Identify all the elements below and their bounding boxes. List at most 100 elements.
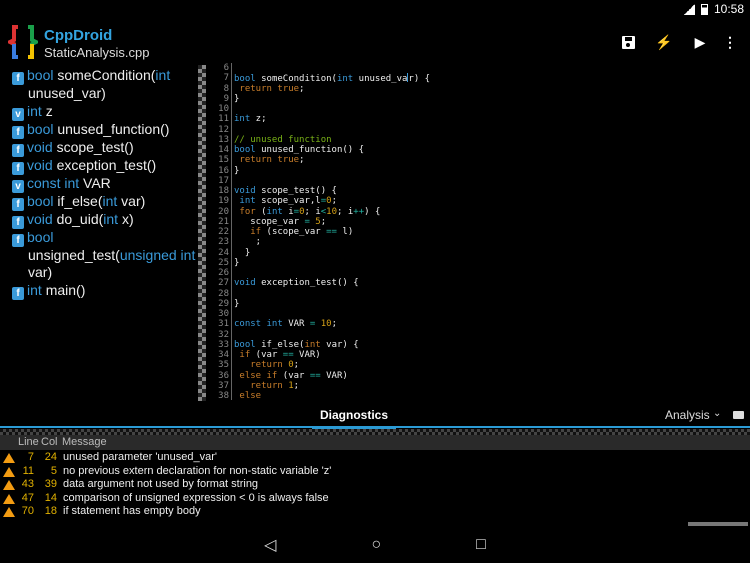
outline-item[interactable]: f bool if_else(int var) bbox=[12, 193, 200, 211]
code-line: 15 return true; bbox=[212, 155, 750, 166]
line-number: 9 bbox=[212, 93, 232, 104]
code-line: 17 bbox=[212, 175, 750, 186]
diag-col: 14 bbox=[44, 491, 57, 504]
code-token: unused_function() { bbox=[255, 145, 365, 155]
code-token: ; bbox=[331, 196, 337, 207]
function-badge-icon: f bbox=[12, 233, 24, 247]
chevron-down-icon[interactable]: ⌄ bbox=[713, 408, 721, 419]
code-token: } bbox=[234, 93, 240, 104]
line-number: 31 bbox=[212, 319, 232, 330]
warning-icon bbox=[3, 453, 15, 463]
code-token: ++ bbox=[353, 206, 365, 217]
code-token: ( bbox=[255, 206, 267, 217]
diagnostic-row[interactable]: 70 18 if statement has empty body bbox=[0, 505, 750, 519]
symbol-name: do_uid( bbox=[56, 210, 104, 227]
diagnostic-row[interactable]: 47 14 comparison of unsigned expression < … bbox=[0, 492, 750, 506]
code-token: (scope_var bbox=[261, 227, 327, 237]
line-number: 30 bbox=[212, 309, 232, 320]
line-source: return 1; bbox=[234, 381, 299, 391]
line-number: 34 bbox=[212, 350, 232, 361]
code-line: 8 return true; bbox=[212, 83, 750, 94]
outline-item[interactable]: f bool someCondition(int unused_var) bbox=[12, 67, 200, 103]
diagnostic-row[interactable]: 43 39 data argument not used by format str… bbox=[0, 478, 750, 492]
line-number: 17 bbox=[212, 175, 232, 186]
code-line: 37 return 1; bbox=[212, 380, 750, 391]
tab-diagnostics[interactable]: Diagnostics bbox=[312, 408, 396, 430]
save-button[interactable] bbox=[610, 32, 646, 52]
line-number: 6 bbox=[212, 63, 232, 74]
code-token: (var bbox=[277, 370, 310, 381]
param-type: int bbox=[155, 67, 171, 83]
line-number: 16 bbox=[212, 165, 232, 176]
symbol-outline: f bool someCondition(int unused_var) v int … bbox=[12, 67, 200, 300]
home-icon[interactable]: ○ bbox=[371, 536, 381, 554]
code-editor[interactable]: 6 7 bool someCondition(int unused_var) {8 … bbox=[212, 63, 750, 400]
cppdroid-logo-icon bbox=[8, 25, 38, 59]
symbol-name: scope_test() bbox=[56, 138, 134, 155]
outline-item[interactable]: f void exception_test() bbox=[12, 157, 200, 175]
horizontal-scrollbar[interactable] bbox=[688, 522, 748, 526]
line-source: } bbox=[234, 166, 239, 176]
diag-message: data argument not used by format string bbox=[63, 478, 259, 491]
param-name: unused_var) bbox=[28, 85, 106, 101]
outline-splitter[interactable] bbox=[198, 65, 206, 401]
code-token: (var bbox=[250, 350, 283, 360]
outline-item[interactable]: f int main() bbox=[12, 282, 200, 300]
code-token: true bbox=[277, 83, 300, 94]
line-number: 32 bbox=[212, 329, 232, 340]
recents-icon[interactable]: □ bbox=[476, 536, 486, 554]
signal-icon bbox=[683, 3, 695, 15]
diagnostics-header: Line Col Message bbox=[0, 435, 750, 450]
diagnostic-row[interactable]: 11 5 no previous extern declaration for no… bbox=[0, 465, 750, 479]
code-token: for bbox=[239, 206, 256, 217]
run-button[interactable]: ▶ bbox=[682, 32, 718, 52]
outline-item[interactable]: f bool unsigned_test(unsigned int var) bbox=[12, 229, 200, 282]
code-token: if bbox=[239, 350, 251, 360]
more-button[interactable]: ⋮ bbox=[718, 32, 742, 52]
variable-badge-icon: v bbox=[12, 107, 24, 121]
diag-line: 47 bbox=[21, 491, 34, 504]
back-icon[interactable]: ◁ bbox=[264, 535, 276, 555]
line-source: bool if_else(int var) { bbox=[234, 340, 359, 350]
diagnostic-row[interactable]: 7 24 unused parameter 'unused_var' bbox=[0, 451, 750, 465]
diag-col: 39 bbox=[44, 478, 57, 491]
line-number: 18 bbox=[212, 186, 232, 197]
code-token: z; bbox=[250, 114, 267, 125]
header-col: Col bbox=[41, 436, 58, 448]
diag-line: 11 bbox=[22, 464, 34, 477]
code-token: else if bbox=[239, 370, 278, 381]
code-token: VAR) bbox=[293, 350, 321, 360]
line-source: scope_var = 5; bbox=[234, 217, 326, 227]
line-number: 15 bbox=[212, 155, 232, 166]
code-token: void bbox=[234, 186, 256, 196]
line-number: 36 bbox=[212, 370, 232, 381]
param-type: int bbox=[102, 192, 118, 209]
line-number: 38 bbox=[212, 391, 232, 400]
code-token: int bbox=[239, 196, 256, 207]
code-token: int bbox=[234, 114, 251, 125]
play-icon: ▶ bbox=[694, 33, 706, 50]
outline-item[interactable]: f void scope_test() bbox=[12, 139, 200, 157]
code-token: ; bbox=[299, 155, 305, 166]
build-button[interactable]: ⚡ bbox=[646, 32, 682, 52]
code-line: 31 const int VAR = 10; bbox=[212, 319, 750, 330]
code-token: } bbox=[234, 165, 240, 176]
warning-icon bbox=[3, 507, 15, 518]
diag-line: 7 bbox=[27, 451, 34, 463]
outline-item[interactable]: f bool unused_function() bbox=[12, 121, 200, 139]
code-token: int bbox=[304, 339, 321, 350]
keyboard-icon[interactable] bbox=[733, 411, 744, 419]
line-number: 28 bbox=[212, 288, 232, 299]
code-token: return bbox=[250, 380, 283, 391]
symbol-name: unsigned_test( bbox=[28, 246, 120, 263]
code-token: 10 bbox=[320, 319, 332, 330]
line-source: if (var == VAR) bbox=[234, 350, 321, 360]
analysis-dropdown[interactable]: Analysis bbox=[665, 408, 710, 422]
outline-item[interactable]: v const int VAR bbox=[12, 175, 200, 193]
line-number: 20 bbox=[212, 206, 232, 217]
outline-item[interactable]: v int z bbox=[12, 103, 200, 121]
line-source: else if (var == VAR) bbox=[234, 370, 347, 381]
symbol-name: unused_function() bbox=[57, 120, 170, 137]
outline-item[interactable]: f void do_uid(int x) bbox=[12, 211, 200, 229]
code-token: } bbox=[234, 298, 240, 309]
